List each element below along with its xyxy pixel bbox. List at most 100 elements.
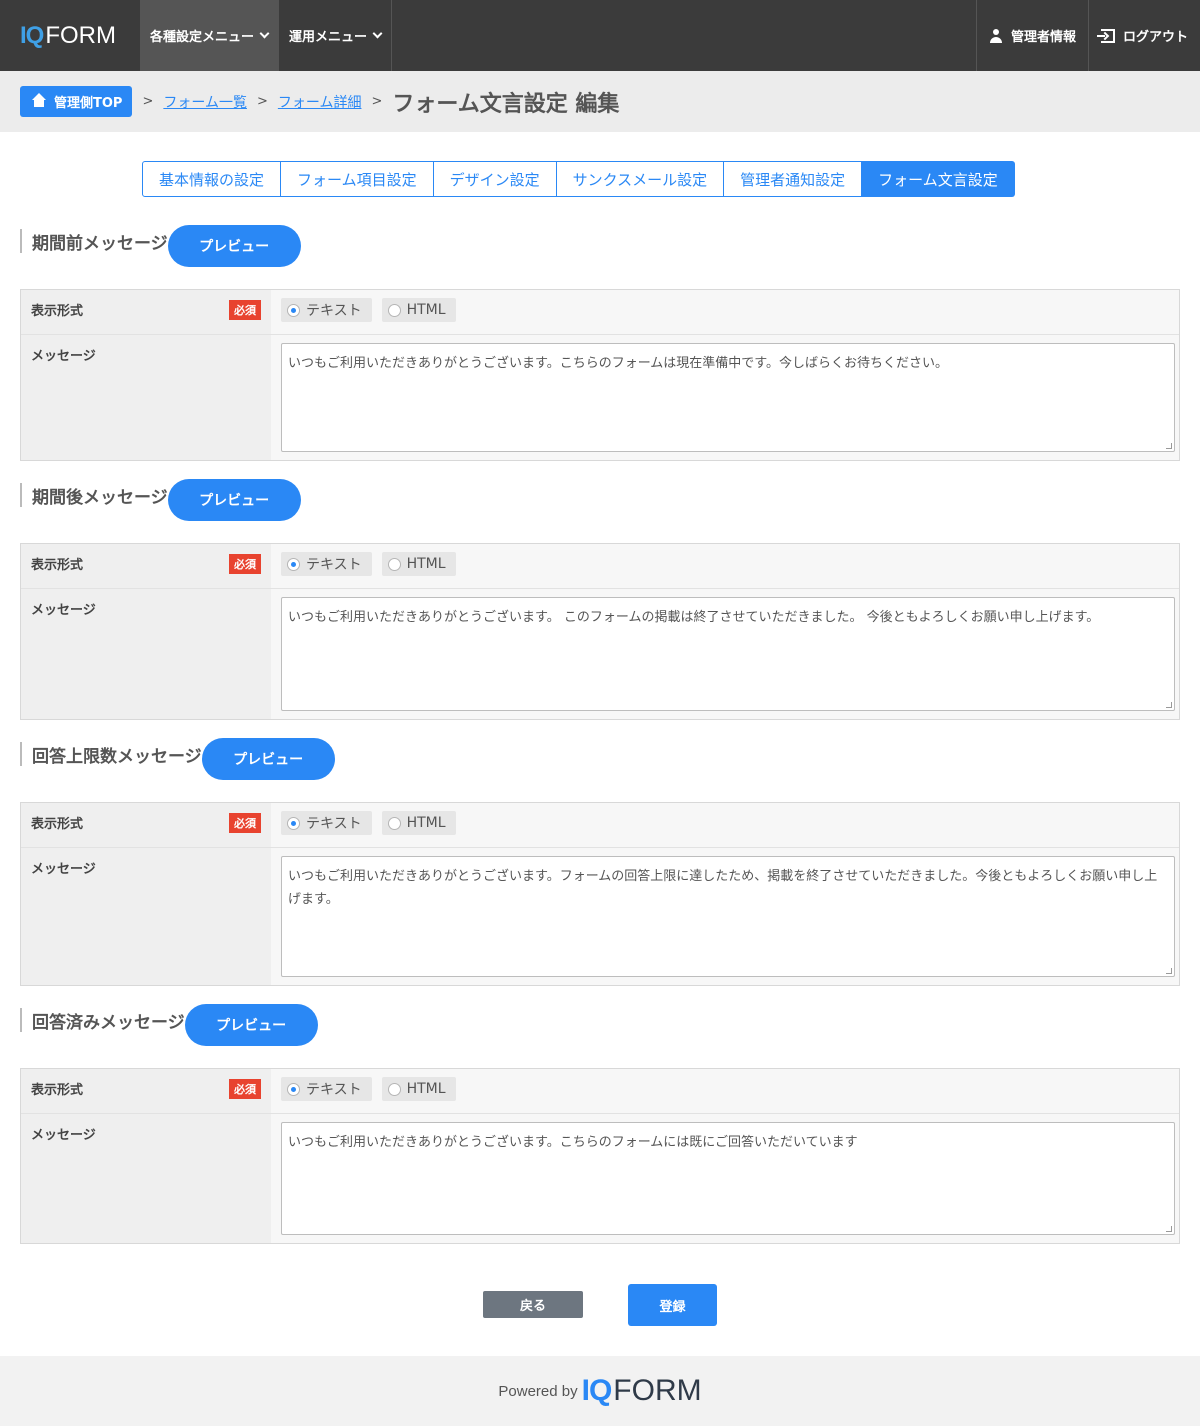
top-header: IQ FORM 各種設定メニュー 運用メニュー 管理者情報 ログアウト bbox=[0, 0, 1200, 71]
format-label-cell: 表示形式 必須 bbox=[21, 544, 271, 588]
message-label: メッセージ bbox=[31, 349, 96, 364]
logout-icon bbox=[1096, 28, 1115, 43]
chevron-down-icon bbox=[372, 28, 383, 39]
message-textarea[interactable]: いつもご利用いただきありがとうございます。こちらのフォームには既にご回答いただい… bbox=[281, 1122, 1175, 1235]
format-label-cell: 表示形式 必須 bbox=[21, 803, 271, 847]
message-row: メッセージ いつもご利用いただきありがとうございます。フォームの回答上限に達した… bbox=[21, 848, 1179, 985]
message-row: メッセージ いつもご利用いただきありがとうございます。 このフォームの掲載は終了… bbox=[21, 589, 1179, 719]
settings-menu[interactable]: 各種設定メニュー bbox=[140, 0, 280, 71]
message-textarea[interactable]: いつもご利用いただきありがとうございます。フォームの回答上限に達したため、掲載を… bbox=[281, 856, 1175, 977]
form-table: 表示形式 必須 テキスト HTML メッセージ いつもご利用いただきありがとうご… bbox=[20, 802, 1180, 986]
tab-form-items[interactable]: フォーム項目設定 bbox=[281, 161, 434, 197]
message-textarea[interactable]: いつもご利用いただきありがとうございます。こちらのフォームは現在準備中です。今し… bbox=[281, 343, 1175, 452]
message-label: メッセージ bbox=[31, 603, 96, 618]
section-title: 期間後メッセージ bbox=[32, 488, 168, 508]
format-label: 表示形式 bbox=[31, 304, 84, 319]
admin-top-button[interactable]: 管理側TOP bbox=[20, 86, 133, 117]
breadcrumb-form-list[interactable]: フォーム一覧 bbox=[163, 92, 247, 112]
radio-text-label: テキスト bbox=[306, 303, 362, 319]
radio-unselected-icon bbox=[387, 1082, 401, 1096]
radio-unselected-icon bbox=[387, 816, 401, 830]
chevron-down-icon bbox=[259, 28, 270, 39]
admin-info-link[interactable]: 管理者情報 bbox=[977, 0, 1089, 71]
tab-form-wording[interactable]: フォーム文言設定 bbox=[862, 161, 1015, 197]
message-value-cell: いつもご利用いただきありがとうございます。こちらのフォームは現在準備中です。今し… bbox=[271, 335, 1179, 460]
format-radio-group: テキスト HTML bbox=[281, 1077, 1175, 1101]
format-label: 表示形式 bbox=[31, 817, 84, 832]
required-badge: 必須 bbox=[229, 554, 261, 574]
logo[interactable]: IQ FORM bbox=[0, 0, 140, 71]
footer-logo-iq: IQ bbox=[581, 1374, 613, 1407]
back-button[interactable]: 戻る bbox=[483, 1291, 583, 1318]
radio-text[interactable]: テキスト bbox=[281, 298, 372, 322]
radio-html-label: HTML bbox=[406, 302, 446, 318]
radio-selected-icon bbox=[287, 816, 300, 830]
message-value-cell: いつもご利用いただきありがとうございます。 このフォームの掲載は終了させていただ… bbox=[271, 589, 1179, 719]
section-title: 回答済みメッセージ bbox=[32, 1013, 185, 1033]
logout-link[interactable]: ログアウト bbox=[1089, 0, 1200, 71]
operation-menu[interactable]: 運用メニュー bbox=[279, 0, 393, 71]
preview-button[interactable]: プレビュー bbox=[167, 225, 301, 267]
required-badge: 必須 bbox=[229, 813, 261, 833]
radio-selected-icon bbox=[287, 1082, 300, 1096]
form-table: 表示形式 必須 テキスト HTML メッセージ いつもご利用いただきありがとうご… bbox=[20, 543, 1180, 720]
tab-basic-info[interactable]: 基本情報の設定 bbox=[142, 161, 282, 197]
message-value-cell: いつもご利用いただきありがとうございます。フォームの回答上限に達したため、掲載を… bbox=[271, 848, 1179, 985]
preview-button[interactable]: プレビュー bbox=[201, 738, 335, 780]
format-row: 表示形式 必須 テキスト HTML bbox=[21, 1069, 1179, 1114]
format-value-cell: テキスト HTML bbox=[271, 544, 1179, 588]
radio-selected-icon bbox=[287, 557, 300, 571]
radio-text-label: テキスト bbox=[306, 1082, 362, 1098]
section-header: 回答上限数メッセージ プレビュー bbox=[20, 738, 335, 782]
message-value-cell: いつもご利用いただきありがとうございます。こちらのフォームには既にご回答いただい… bbox=[271, 1114, 1179, 1243]
admin-info-label: 管理者情報 bbox=[1010, 30, 1076, 45]
tab-thanks-mail[interactable]: サンクスメール設定 bbox=[556, 161, 725, 197]
message-label-cell: メッセージ bbox=[21, 335, 271, 460]
radio-text[interactable]: テキスト bbox=[281, 552, 372, 576]
preview-button[interactable]: プレビュー bbox=[184, 1004, 318, 1046]
radio-html-label: HTML bbox=[406, 556, 446, 572]
user-icon bbox=[989, 28, 1003, 43]
radio-html[interactable]: HTML bbox=[381, 298, 456, 322]
radio-unselected-icon bbox=[387, 557, 401, 571]
section-header: 期間後メッセージ プレビュー bbox=[20, 479, 301, 523]
breadcrumb-form-detail[interactable]: フォーム詳細 bbox=[278, 92, 362, 112]
message-textarea[interactable]: いつもご利用いただきありがとうございます。 このフォームの掲載は終了させていただ… bbox=[281, 597, 1175, 711]
section-header: 回答済みメッセージ プレビュー bbox=[20, 1004, 318, 1048]
format-radio-group: テキスト HTML bbox=[281, 552, 1175, 576]
message-label-cell: メッセージ bbox=[21, 589, 271, 719]
form-table: 表示形式 必須 テキスト HTML メッセージ いつもご利用いただきありがとうご… bbox=[20, 289, 1180, 461]
admin-top-label: 管理側TOP bbox=[54, 96, 123, 111]
logo-form: FORM bbox=[45, 21, 116, 49]
tab-admin-notify[interactable]: 管理者通知設定 bbox=[724, 161, 863, 197]
tab-design[interactable]: デザイン設定 bbox=[433, 161, 557, 197]
submit-button[interactable]: 登録 bbox=[628, 1284, 717, 1326]
message-row: メッセージ いつもご利用いただきありがとうございます。こちらのフォームは現在準備… bbox=[21, 335, 1179, 460]
radio-html[interactable]: HTML bbox=[381, 1077, 456, 1101]
format-label: 表示形式 bbox=[31, 558, 84, 573]
breadcrumb-separator: > bbox=[142, 94, 154, 109]
format-label: 表示形式 bbox=[31, 1083, 84, 1098]
radio-unselected-icon bbox=[387, 303, 401, 317]
section-bar bbox=[20, 1008, 22, 1032]
message-row: メッセージ いつもご利用いただきありがとうございます。こちらのフォームには既にご… bbox=[21, 1114, 1179, 1243]
settings-menu-label: 各種設定メニュー bbox=[150, 30, 255, 45]
format-label-cell: 表示形式 必須 bbox=[21, 290, 271, 334]
home-icon bbox=[32, 92, 46, 108]
radio-text[interactable]: テキスト bbox=[281, 1077, 372, 1101]
section-bar bbox=[20, 483, 22, 507]
radio-text-label: テキスト bbox=[306, 816, 362, 832]
section-title: 回答上限数メッセージ bbox=[32, 747, 202, 767]
format-value-cell: テキスト HTML bbox=[271, 1069, 1179, 1113]
required-badge: 必須 bbox=[229, 300, 261, 320]
page-title: フォーム文言設定 編集 bbox=[392, 91, 620, 117]
radio-html-label: HTML bbox=[406, 815, 446, 831]
radio-html[interactable]: HTML bbox=[381, 811, 456, 835]
preview-button[interactable]: プレビュー bbox=[167, 479, 301, 521]
powered-by-text: Powered by bbox=[498, 1382, 578, 1400]
message-label: メッセージ bbox=[31, 1128, 96, 1143]
format-label-cell: 表示形式 必須 bbox=[21, 1069, 271, 1113]
format-radio-group: テキスト HTML bbox=[281, 298, 1175, 322]
radio-text[interactable]: テキスト bbox=[281, 811, 372, 835]
radio-html[interactable]: HTML bbox=[381, 552, 456, 576]
